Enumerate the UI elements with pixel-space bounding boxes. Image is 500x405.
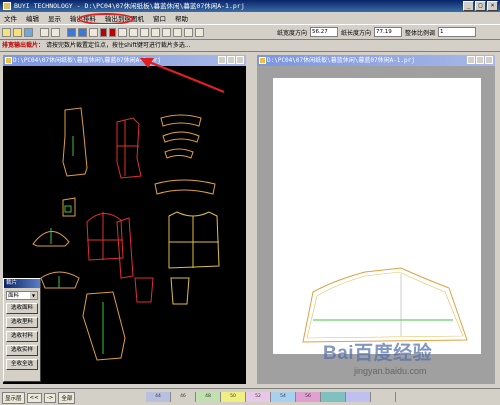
separator-icon: [62, 28, 65, 37]
layer-icon[interactable]: [162, 28, 171, 37]
pattern-piece-back-red: [116, 117, 142, 179]
pattern-piece-collar: [160, 114, 202, 127]
right-panel-close-button[interactable]: [485, 56, 493, 64]
plot-icon[interactable]: [184, 28, 193, 37]
zoom-in-icon[interactable]: [67, 28, 76, 37]
new-file-icon[interactable]: [2, 28, 11, 37]
minimize-button[interactable]: _: [463, 1, 474, 11]
document-icon: [259, 57, 266, 64]
pattern-piece-front-lower: [82, 291, 126, 361]
pattern-piece-small-red: [134, 277, 154, 303]
maximize-button[interactable]: □: [475, 1, 486, 11]
size-swatch[interactable]: 54: [271, 392, 296, 402]
select-lining-button[interactable]: 选收里料: [6, 317, 38, 328]
scale-label: 整体比例调: [405, 29, 436, 37]
app-icon: [3, 2, 11, 10]
separator-icon: [35, 28, 38, 37]
display-layer-button[interactable]: 显示层: [2, 392, 25, 404]
close-button[interactable]: ×: [487, 1, 498, 11]
fabric-select[interactable]: 面料 ▼: [6, 291, 38, 300]
pattern-piece-yoke: [154, 179, 216, 195]
toolbar: 纸宽度方向 56.27 纸长度方向 77.19 整体比例调 1: [0, 24, 500, 40]
plotted-pattern-piece: [302, 267, 468, 343]
rotate-icon[interactable]: [118, 28, 127, 37]
paper-size-fields: 纸宽度方向 56.27 纸长度方向 77.19 整体比例调 1: [277, 27, 477, 37]
select-sample-button[interactable]: 选收实样: [6, 345, 38, 356]
size-swatch[interactable]: 56: [296, 392, 321, 402]
piece-panel: 裁片 面料 ▼ 选收面料 选收里料 选收衬料 选收实样 全收全选: [3, 278, 41, 382]
select-fabric-button[interactable]: 选收面料: [6, 303, 38, 314]
size-swatch[interactable]: [371, 392, 396, 402]
open-folder-icon[interactable]: [13, 28, 22, 37]
toolbar-icons: [2, 28, 204, 37]
select-interlining-button[interactable]: 选收衬料: [6, 331, 38, 342]
menu-help[interactable]: 帮助: [175, 13, 188, 23]
plotted-piece-drawing: [302, 267, 468, 343]
size-swatch[interactable]: 52: [246, 392, 271, 402]
window-title: BUYI TECHNOLOGY - D:\PC04\07休闲纸板\暮蓝休闲\暮蓝…: [14, 2, 245, 10]
hint-label: 排宽输出裁片：: [2, 42, 45, 49]
left-panel-close-button[interactable]: [236, 56, 244, 64]
flip-icon[interactable]: [129, 28, 138, 37]
size-color-swatches: 44 46 48 50 52 54 56: [146, 392, 396, 402]
fabric-select-value: 面料: [8, 293, 20, 299]
piece-icon[interactable]: [173, 28, 182, 37]
menu-file[interactable]: 文件: [4, 13, 17, 23]
zoom-out-icon[interactable]: [78, 28, 87, 37]
pattern-piece-back-yellow: [168, 211, 220, 269]
chevron-down-icon: ▼: [30, 292, 37, 299]
all-layers-button[interactable]: 全部: [58, 392, 76, 404]
right-panel-titlebar: D:\PC04\07休闲纸板\暮蓝休闲\暮蓝07休闲A-1.prj: [257, 55, 495, 66]
pattern-piece-side-red: [116, 217, 134, 279]
grid-icon[interactable]: [151, 28, 160, 37]
window-controls: _ □ ×: [463, 1, 498, 11]
align-icon[interactable]: [140, 28, 149, 37]
plot-paper-sheet[interactable]: [273, 78, 481, 354]
status-bar: 显示层 << -> 全部 44 46 48 50 52 54 56: [0, 388, 500, 405]
print-icon[interactable]: [195, 28, 204, 37]
right-panel-title: D:\PC04\07休闲纸板\暮蓝休闲\暮蓝07休闲A-1.prj: [267, 57, 415, 64]
size-swatch[interactable]: 48: [196, 392, 221, 402]
next-layer-button[interactable]: ->: [43, 393, 57, 403]
right-panel-controls: [467, 56, 493, 64]
right-panel-minimize-button[interactable]: [467, 56, 475, 64]
redo-icon[interactable]: [51, 28, 60, 37]
size-swatch[interactable]: 44: [146, 392, 171, 402]
hint-bar: 排宽输出裁片： 请按完数片裁置定位点，按住shift键可进行裁片多选...: [0, 40, 500, 52]
pattern-piece-front: [62, 107, 88, 177]
paper-length-label: 纸长度方向: [341, 29, 372, 37]
paper-length-input[interactable]: 77.19: [374, 27, 403, 37]
select-all-button[interactable]: 全收全选: [6, 359, 38, 370]
size-swatch[interactable]: [321, 392, 346, 402]
fit-icon[interactable]: [89, 28, 98, 37]
size-swatch[interactable]: 46: [171, 392, 196, 402]
save-icon[interactable]: [24, 28, 33, 37]
menu-view[interactable]: 显示: [48, 13, 61, 23]
paper-width-label: 纸宽度方向: [277, 29, 308, 37]
layer-controls: 显示层 << -> 全部: [2, 392, 76, 404]
annotation-arrow: [140, 58, 225, 94]
pattern-piece-small-yellow: [170, 277, 190, 305]
right-panel-maximize-button[interactable]: [476, 56, 484, 64]
undo-icon[interactable]: [40, 28, 49, 37]
document-icon: [5, 57, 12, 64]
title-bar: BUYI TECHNOLOGY - D:\PC04\07休闲纸板\暮蓝休闲\暮蓝…: [0, 0, 500, 12]
menu-window[interactable]: 窗口: [153, 13, 166, 23]
menu-edit[interactable]: 编辑: [26, 13, 39, 23]
prev-layer-button[interactable]: <<: [26, 393, 42, 403]
size-swatch[interactable]: [346, 392, 371, 402]
scale-input[interactable]: 1: [438, 27, 477, 37]
select-tool-icon[interactable]: [100, 28, 107, 37]
pattern-piece-sleeve-bottom: [40, 271, 80, 289]
piece-panel-title: 裁片: [4, 279, 40, 288]
move-tool-icon[interactable]: [109, 28, 116, 37]
paper-width-input[interactable]: 56.27: [310, 27, 339, 37]
size-swatch[interactable]: 50: [221, 392, 246, 402]
menu-bar: 文件 编辑 显示 输出排料 输出到绘图机 窗口 帮助: [0, 12, 500, 24]
